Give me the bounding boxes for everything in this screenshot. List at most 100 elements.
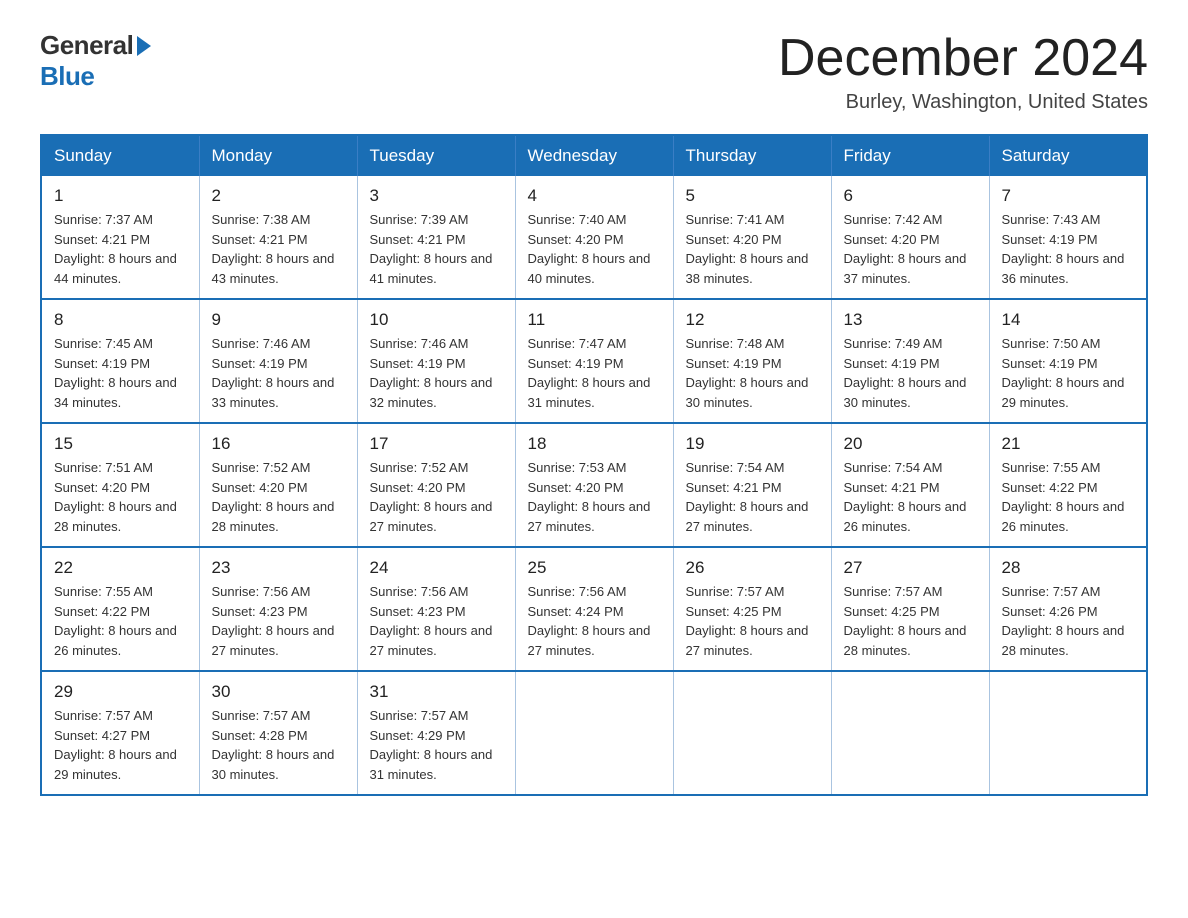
day-number: 24 <box>370 558 503 578</box>
calendar-cell: 12 Sunrise: 7:48 AMSunset: 4:19 PMDaylig… <box>673 299 831 423</box>
day-info: Sunrise: 7:46 AMSunset: 4:19 PMDaylight:… <box>370 334 503 412</box>
day-number: 28 <box>1002 558 1135 578</box>
calendar-cell: 31 Sunrise: 7:57 AMSunset: 4:29 PMDaylig… <box>357 671 515 795</box>
calendar-cell <box>673 671 831 795</box>
calendar-cell <box>989 671 1147 795</box>
header-monday: Monday <box>199 135 357 176</box>
calendar-cell: 6 Sunrise: 7:42 AMSunset: 4:20 PMDayligh… <box>831 176 989 299</box>
calendar-header: Sunday Monday Tuesday Wednesday Thursday… <box>41 135 1147 176</box>
day-info: Sunrise: 7:39 AMSunset: 4:21 PMDaylight:… <box>370 210 503 288</box>
day-number: 1 <box>54 186 187 206</box>
day-number: 2 <box>212 186 345 206</box>
calendar-cell: 27 Sunrise: 7:57 AMSunset: 4:25 PMDaylig… <box>831 547 989 671</box>
week-row-5: 29 Sunrise: 7:57 AMSunset: 4:27 PMDaylig… <box>41 671 1147 795</box>
calendar-cell: 20 Sunrise: 7:54 AMSunset: 4:21 PMDaylig… <box>831 423 989 547</box>
calendar-cell: 10 Sunrise: 7:46 AMSunset: 4:19 PMDaylig… <box>357 299 515 423</box>
calendar-body: 1 Sunrise: 7:37 AMSunset: 4:21 PMDayligh… <box>41 176 1147 795</box>
day-info: Sunrise: 7:49 AMSunset: 4:19 PMDaylight:… <box>844 334 977 412</box>
header-sunday: Sunday <box>41 135 199 176</box>
day-info: Sunrise: 7:52 AMSunset: 4:20 PMDaylight:… <box>370 458 503 536</box>
day-info: Sunrise: 7:57 AMSunset: 4:26 PMDaylight:… <box>1002 582 1135 660</box>
logo-blue-text: Blue <box>40 61 94 92</box>
calendar-cell: 15 Sunrise: 7:51 AMSunset: 4:20 PMDaylig… <box>41 423 199 547</box>
day-info: Sunrise: 7:57 AMSunset: 4:25 PMDaylight:… <box>686 582 819 660</box>
week-row-3: 15 Sunrise: 7:51 AMSunset: 4:20 PMDaylig… <box>41 423 1147 547</box>
calendar-cell: 21 Sunrise: 7:55 AMSunset: 4:22 PMDaylig… <box>989 423 1147 547</box>
day-number: 15 <box>54 434 187 454</box>
title-block: December 2024 Burley, Washington, United… <box>778 30 1148 114</box>
day-info: Sunrise: 7:57 AMSunset: 4:25 PMDaylight:… <box>844 582 977 660</box>
calendar-cell <box>831 671 989 795</box>
calendar-cell: 8 Sunrise: 7:45 AMSunset: 4:19 PMDayligh… <box>41 299 199 423</box>
day-number: 18 <box>528 434 661 454</box>
day-number: 12 <box>686 310 819 330</box>
day-number: 13 <box>844 310 977 330</box>
day-info: Sunrise: 7:46 AMSunset: 4:19 PMDaylight:… <box>212 334 345 412</box>
calendar-cell: 25 Sunrise: 7:56 AMSunset: 4:24 PMDaylig… <box>515 547 673 671</box>
day-number: 14 <box>1002 310 1135 330</box>
logo: General Blue <box>40 30 151 92</box>
week-row-2: 8 Sunrise: 7:45 AMSunset: 4:19 PMDayligh… <box>41 299 1147 423</box>
location-text: Burley, Washington, United States <box>778 91 1148 114</box>
header-friday: Friday <box>831 135 989 176</box>
logo-general-text: General <box>40 30 133 61</box>
calendar-cell: 2 Sunrise: 7:38 AMSunset: 4:21 PMDayligh… <box>199 176 357 299</box>
day-info: Sunrise: 7:45 AMSunset: 4:19 PMDaylight:… <box>54 334 187 412</box>
day-number: 31 <box>370 682 503 702</box>
day-info: Sunrise: 7:56 AMSunset: 4:23 PMDaylight:… <box>212 582 345 660</box>
day-info: Sunrise: 7:40 AMSunset: 4:20 PMDaylight:… <box>528 210 661 288</box>
day-number: 30 <box>212 682 345 702</box>
week-row-1: 1 Sunrise: 7:37 AMSunset: 4:21 PMDayligh… <box>41 176 1147 299</box>
day-info: Sunrise: 7:37 AMSunset: 4:21 PMDaylight:… <box>54 210 187 288</box>
calendar-table: Sunday Monday Tuesday Wednesday Thursday… <box>40 134 1148 796</box>
calendar-cell: 11 Sunrise: 7:47 AMSunset: 4:19 PMDaylig… <box>515 299 673 423</box>
calendar-cell: 24 Sunrise: 7:56 AMSunset: 4:23 PMDaylig… <box>357 547 515 671</box>
calendar-cell: 4 Sunrise: 7:40 AMSunset: 4:20 PMDayligh… <box>515 176 673 299</box>
calendar-cell: 28 Sunrise: 7:57 AMSunset: 4:26 PMDaylig… <box>989 547 1147 671</box>
calendar-cell <box>515 671 673 795</box>
day-number: 22 <box>54 558 187 578</box>
calendar-cell: 5 Sunrise: 7:41 AMSunset: 4:20 PMDayligh… <box>673 176 831 299</box>
day-number: 23 <box>212 558 345 578</box>
calendar-cell: 13 Sunrise: 7:49 AMSunset: 4:19 PMDaylig… <box>831 299 989 423</box>
day-number: 3 <box>370 186 503 206</box>
day-info: Sunrise: 7:41 AMSunset: 4:20 PMDaylight:… <box>686 210 819 288</box>
day-info: Sunrise: 7:43 AMSunset: 4:19 PMDaylight:… <box>1002 210 1135 288</box>
calendar-cell: 1 Sunrise: 7:37 AMSunset: 4:21 PMDayligh… <box>41 176 199 299</box>
calendar-cell: 7 Sunrise: 7:43 AMSunset: 4:19 PMDayligh… <box>989 176 1147 299</box>
day-number: 16 <box>212 434 345 454</box>
page-header: General Blue December 2024 Burley, Washi… <box>40 30 1148 114</box>
header-thursday: Thursday <box>673 135 831 176</box>
week-row-4: 22 Sunrise: 7:55 AMSunset: 4:22 PMDaylig… <box>41 547 1147 671</box>
header-wednesday: Wednesday <box>515 135 673 176</box>
calendar-cell: 30 Sunrise: 7:57 AMSunset: 4:28 PMDaylig… <box>199 671 357 795</box>
day-number: 8 <box>54 310 187 330</box>
day-info: Sunrise: 7:47 AMSunset: 4:19 PMDaylight:… <box>528 334 661 412</box>
day-info: Sunrise: 7:56 AMSunset: 4:23 PMDaylight:… <box>370 582 503 660</box>
day-number: 25 <box>528 558 661 578</box>
day-number: 20 <box>844 434 977 454</box>
calendar-cell: 23 Sunrise: 7:56 AMSunset: 4:23 PMDaylig… <box>199 547 357 671</box>
day-number: 6 <box>844 186 977 206</box>
day-info: Sunrise: 7:48 AMSunset: 4:19 PMDaylight:… <box>686 334 819 412</box>
header-tuesday: Tuesday <box>357 135 515 176</box>
logo-arrow-icon <box>137 36 151 56</box>
day-number: 4 <box>528 186 661 206</box>
day-info: Sunrise: 7:38 AMSunset: 4:21 PMDaylight:… <box>212 210 345 288</box>
day-info: Sunrise: 7:51 AMSunset: 4:20 PMDaylight:… <box>54 458 187 536</box>
calendar-cell: 29 Sunrise: 7:57 AMSunset: 4:27 PMDaylig… <box>41 671 199 795</box>
calendar-cell: 19 Sunrise: 7:54 AMSunset: 4:21 PMDaylig… <box>673 423 831 547</box>
day-info: Sunrise: 7:54 AMSunset: 4:21 PMDaylight:… <box>844 458 977 536</box>
day-number: 11 <box>528 310 661 330</box>
calendar-cell: 17 Sunrise: 7:52 AMSunset: 4:20 PMDaylig… <box>357 423 515 547</box>
day-info: Sunrise: 7:57 AMSunset: 4:29 PMDaylight:… <box>370 706 503 784</box>
day-info: Sunrise: 7:42 AMSunset: 4:20 PMDaylight:… <box>844 210 977 288</box>
calendar-cell: 14 Sunrise: 7:50 AMSunset: 4:19 PMDaylig… <box>989 299 1147 423</box>
day-number: 19 <box>686 434 819 454</box>
day-number: 10 <box>370 310 503 330</box>
calendar-cell: 9 Sunrise: 7:46 AMSunset: 4:19 PMDayligh… <box>199 299 357 423</box>
calendar-cell: 26 Sunrise: 7:57 AMSunset: 4:25 PMDaylig… <box>673 547 831 671</box>
header-saturday: Saturday <box>989 135 1147 176</box>
calendar-cell: 16 Sunrise: 7:52 AMSunset: 4:20 PMDaylig… <box>199 423 357 547</box>
day-number: 26 <box>686 558 819 578</box>
